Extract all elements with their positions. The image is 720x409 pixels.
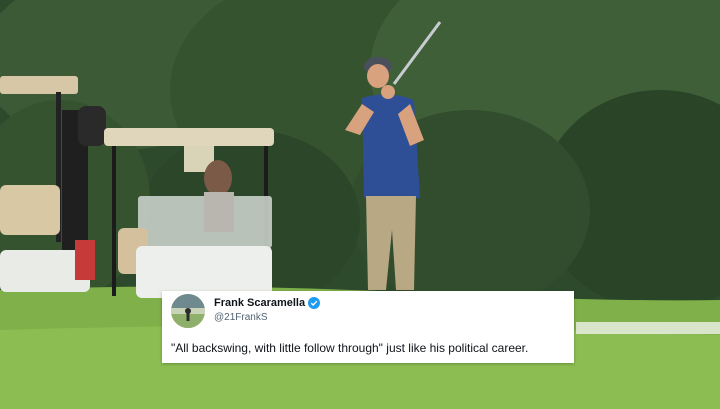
- tweet-text: "All backswing, with little follow throu…: [171, 341, 529, 355]
- video-frame: Frank Scaramella @21FrankS "All backswin…: [0, 0, 720, 409]
- author-name[interactable]: Frank Scaramella: [214, 297, 305, 309]
- avatar[interactable]: [171, 294, 205, 328]
- avatar-image: [171, 294, 205, 328]
- verified-badge-icon: [308, 297, 320, 309]
- tweet-card[interactable]: Frank Scaramella @21FrankS "All backswin…: [162, 291, 574, 363]
- author-handle[interactable]: @21FrankS: [214, 312, 268, 323]
